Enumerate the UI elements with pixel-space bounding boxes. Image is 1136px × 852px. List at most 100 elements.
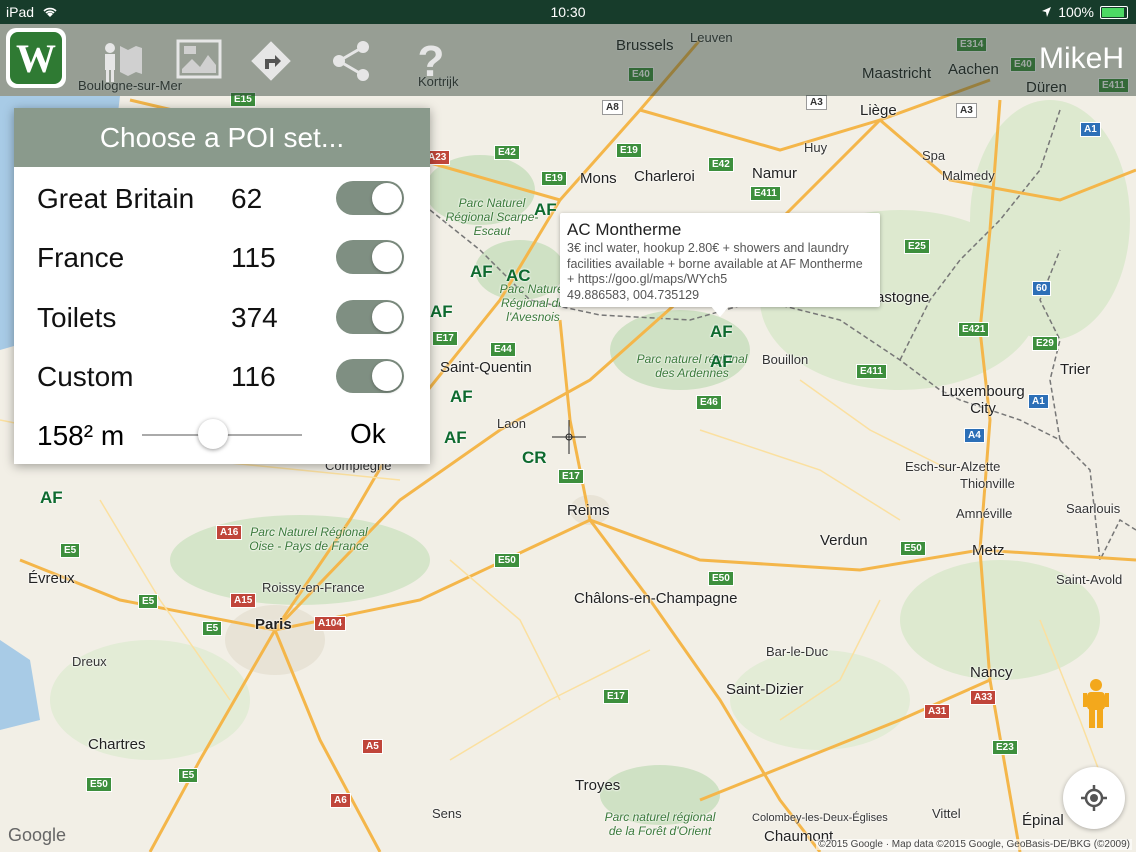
road-shield: E23 (992, 740, 1018, 755)
toggle-great-britain[interactable] (336, 181, 404, 215)
poi-marker[interactable]: AC (506, 266, 531, 286)
toggle-knob (372, 242, 402, 272)
map-label-verdun: Verdun (820, 532, 868, 549)
toggle-france[interactable] (336, 240, 404, 274)
road-shield: E42 (494, 145, 520, 160)
map-label-saint-dizier: Saint-Dizier (726, 681, 804, 698)
battery-icon (1100, 5, 1128, 19)
road-shield: E50 (86, 777, 112, 792)
toggle-custom[interactable] (336, 359, 404, 393)
poi-marker[interactable]: AF (710, 322, 733, 342)
road-shield: A5 (362, 739, 383, 754)
poi-row-count: 62 (231, 183, 263, 214)
map-label-reims: Reims (567, 502, 610, 519)
toggle-knob (372, 361, 402, 391)
map-park-ardennes: Parc naturel régional des Ardennes (636, 352, 748, 380)
road-shield: E5 (60, 543, 81, 558)
map-label-chartres: Chartres (88, 736, 146, 753)
map-person-icon[interactable] (96, 36, 146, 86)
poi-row-count: 116 (231, 361, 276, 392)
google-logo: Google (8, 825, 67, 845)
app-toolbar: W ? MikeH (0, 24, 1136, 96)
toggle-knob (372, 302, 402, 332)
map-label-luxembourg: Luxembourg City (941, 383, 1025, 417)
road-shield: E50 (494, 553, 520, 568)
poi-row-great-britain: Great Britain 62 (14, 169, 430, 225)
username-label[interactable]: MikeH (1039, 42, 1124, 76)
street-view-pegman-icon[interactable] (1080, 678, 1112, 730)
map-label-evreux: Évreux (28, 570, 75, 587)
info-window-description: 3€ incl water, hookup 2.80€ + showers an… (567, 241, 863, 286)
road-shield: A1 (1028, 394, 1049, 409)
poi-marker[interactable]: AF (534, 200, 557, 220)
road-shield: E29 (1032, 336, 1058, 351)
poi-marker[interactable]: AF (710, 352, 733, 372)
poi-marker[interactable]: AF (444, 428, 467, 448)
crosshair-icon (552, 420, 586, 454)
road-shield: E50 (900, 541, 926, 556)
road-shield: E42 (708, 157, 734, 172)
map-label-vittel: Vittel (932, 806, 961, 821)
map-label-dreux: Dreux (72, 654, 107, 669)
poi-row-count: 374 (231, 302, 278, 333)
ok-button[interactable]: Ok (350, 418, 386, 450)
poi-set-dialog: Choose a POI set... Great Britain 62 Fra… (14, 108, 430, 464)
poi-row-name: Great Britain (37, 183, 195, 214)
map-label-paris: Paris (255, 616, 292, 633)
road-shield: E5 (202, 621, 223, 636)
map-label-bouillon: Bouillon (762, 352, 809, 367)
poi-marker[interactable]: AF (450, 387, 473, 407)
map-layers-icon[interactable] (174, 36, 224, 86)
map-label-laon: Laon (497, 416, 526, 431)
my-location-icon (1081, 785, 1107, 811)
logo-letter: W (10, 32, 62, 84)
map-label-malmedy: Malmedy (942, 168, 995, 183)
toggle-knob (372, 183, 402, 213)
map-label-metz: Metz (972, 542, 1005, 559)
map-label-saint-avold: Saint-Avold (1056, 572, 1123, 587)
distance-slider-thumb[interactable] (198, 419, 228, 449)
location-arrow-icon (1042, 7, 1052, 17)
help-icon[interactable]: ? (406, 36, 456, 86)
battery-percent: 100% (1058, 4, 1094, 20)
road-shield: A104 (314, 616, 346, 631)
map-label-sens: Sens (432, 806, 462, 821)
map-label-saarlouis: Saarlouis (1066, 501, 1121, 516)
poi-marker[interactable]: AF (430, 302, 453, 322)
map-label-chalons: Châlons-en-Champagne (574, 590, 738, 607)
road-shield: A3 (956, 103, 977, 118)
road-shield: E19 (616, 143, 642, 158)
my-location-button[interactable] (1063, 767, 1125, 829)
toggle-toilets[interactable] (336, 300, 404, 334)
road-shield: E50 (708, 571, 734, 586)
share-icon[interactable] (326, 36, 376, 86)
poi-marker[interactable]: AF (470, 262, 493, 282)
map-label-liege: Liège (860, 102, 897, 119)
poi-marker[interactable]: CR (522, 448, 547, 468)
info-window-body: 3€ incl water, hookup 2.80€ + showers an… (567, 241, 873, 303)
road-shield: A4 (964, 428, 985, 443)
map-label-thionville: Thionville (960, 476, 1015, 491)
road-shield: A31 (924, 704, 951, 719)
map-label-huy: Huy (804, 140, 828, 155)
poi-row-name: France (37, 242, 125, 273)
poi-row-france: France 115 (14, 228, 430, 284)
road-shield: A8 (602, 100, 623, 115)
map-label-troyes: Troyes (575, 777, 621, 794)
map-label-mons: Mons (580, 170, 617, 187)
map-label-amneville: Amnéville (956, 506, 1013, 521)
map-park-oise: Parc Naturel Régional Oise - Pays de Fra… (249, 525, 369, 553)
map-label-namur: Namur (752, 165, 798, 182)
road-shield: E5 (138, 594, 159, 609)
road-shield: E411 (750, 186, 781, 201)
map-copyright: ©2015 Google · Map data ©2015 Google, Ge… (816, 839, 1132, 850)
map-label-roissy: Roissy-en-France (262, 580, 365, 595)
status-time: 10:30 (550, 4, 586, 20)
map-label-colombey: Colombey-les-Deux-Églises (752, 812, 888, 824)
poi-info-window[interactable]: AC Montherme 3€ incl water, hookup 2.80€… (560, 213, 880, 317)
map-park-scarpe-escaut: Parc Naturel Régional Scarpe-Escaut (445, 196, 539, 238)
map-label-epinal: Épinal (1022, 812, 1064, 829)
app-logo[interactable]: W (6, 28, 66, 88)
poi-marker[interactable]: AF (40, 488, 63, 508)
directions-icon[interactable] (246, 36, 296, 86)
